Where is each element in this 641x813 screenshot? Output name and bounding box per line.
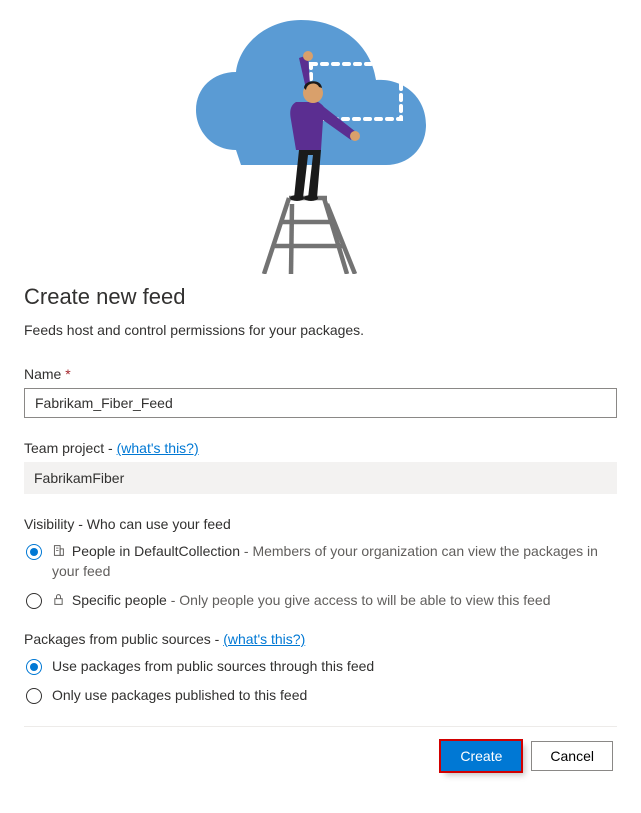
name-input[interactable] xyxy=(24,388,617,418)
packages-label: Packages from public sources - (what's t… xyxy=(24,631,617,647)
separator xyxy=(24,726,617,727)
radio-button[interactable] xyxy=(26,593,42,609)
organization-icon xyxy=(52,543,65,556)
lock-icon xyxy=(52,592,65,605)
radio-button[interactable] xyxy=(26,659,42,675)
create-button[interactable]: Create xyxy=(441,741,521,771)
packages-option-published[interactable]: Only use packages published to this feed xyxy=(24,686,617,706)
team-project-label: Team project - (what's this?) xyxy=(24,440,617,456)
visibility-option-specific[interactable]: Specific people - Only people you give a… xyxy=(24,591,617,611)
radio-button[interactable] xyxy=(26,544,42,560)
visibility-option-org[interactable]: People in DefaultCollection - Members of… xyxy=(24,542,617,581)
visibility-label: Visibility - Who can use your feed xyxy=(24,516,617,532)
cancel-button[interactable]: Cancel xyxy=(531,741,613,771)
team-project-value: FabrikamFiber xyxy=(24,462,617,494)
team-project-whats-this-link[interactable]: (what's this?) xyxy=(117,440,199,456)
packages-option-public[interactable]: Use packages from public sources through… xyxy=(24,657,617,677)
page-title: Create new feed xyxy=(24,284,617,310)
packages-whats-this-link[interactable]: (what's this?) xyxy=(223,631,305,647)
feed-illustration xyxy=(0,0,641,274)
page-subtitle: Feeds host and control permissions for y… xyxy=(24,322,617,338)
radio-button[interactable] xyxy=(26,688,42,704)
name-label: Name * xyxy=(24,366,617,382)
